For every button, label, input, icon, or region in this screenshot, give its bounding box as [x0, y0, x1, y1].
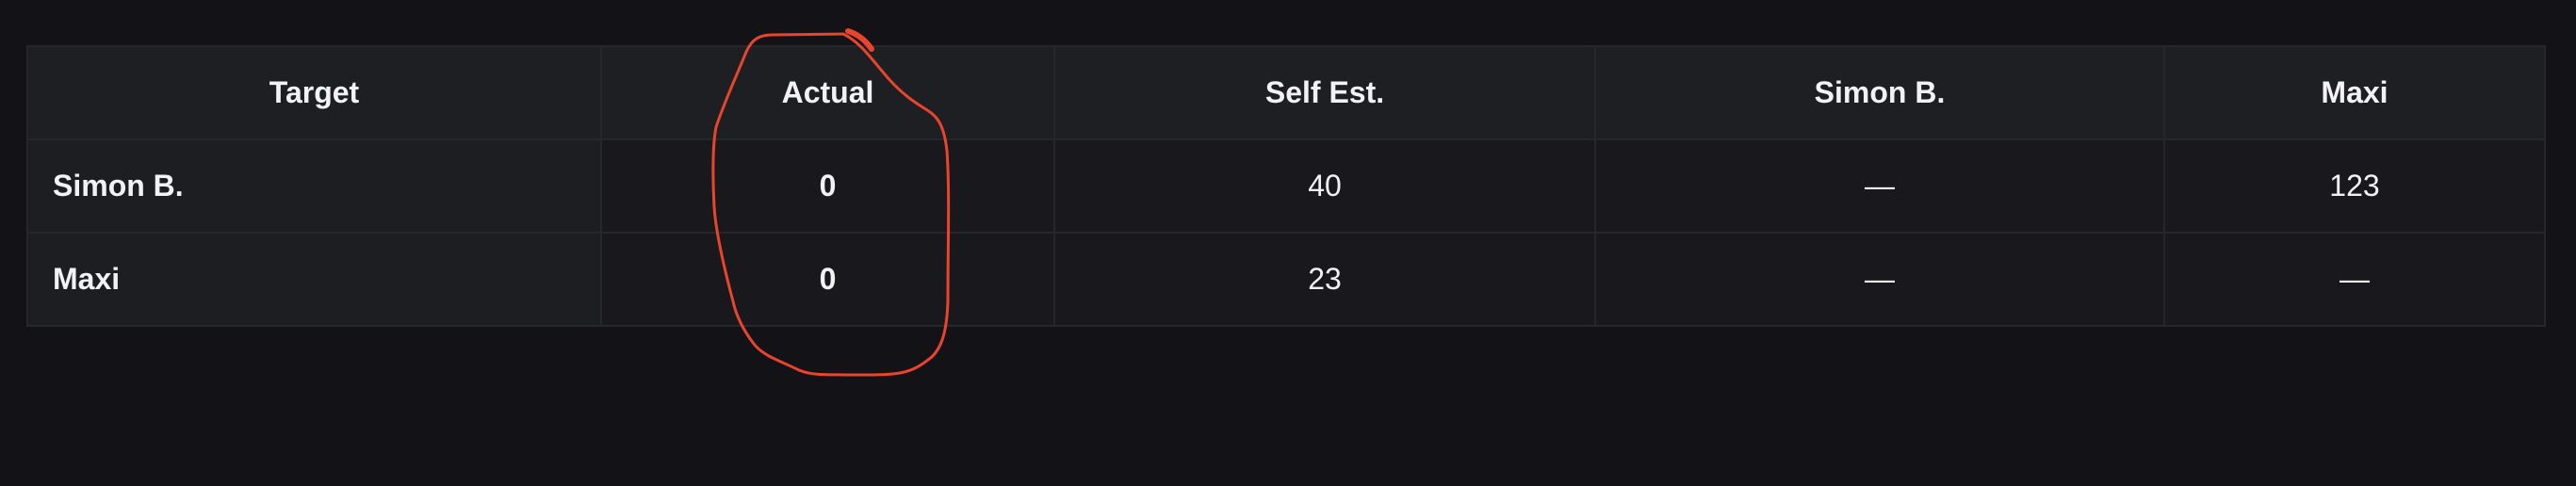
row-target-cell: Maxi [26, 232, 602, 327]
column-header-target[interactable]: Target [26, 45, 602, 140]
maxi-value-cell: 123 [2163, 138, 2546, 234]
column-header-simon-b[interactable]: Simon B. [1594, 45, 2165, 140]
simon-b-value-cell: — [1594, 138, 2165, 234]
actual-value-cell: 0 [600, 232, 1055, 327]
column-header-maxi[interactable]: Maxi [2163, 45, 2546, 140]
self-est-value-cell: 23 [1053, 232, 1596, 327]
table-row: Maxi 0 23 — — [26, 232, 2546, 327]
page: Target Actual Self Est. Simon B. Maxi Si… [0, 0, 2576, 486]
maxi-value-cell: — [2163, 232, 2546, 327]
row-target-cell: Simon B. [26, 138, 602, 234]
column-header-actual[interactable]: Actual [600, 45, 1055, 140]
table-header-row: Target Actual Self Est. Simon B. Maxi [26, 45, 2546, 140]
simon-b-value-cell: — [1594, 232, 2165, 327]
table-row: Simon B. 0 40 — 123 [26, 138, 2546, 234]
column-header-self-est[interactable]: Self Est. [1053, 45, 1596, 140]
actual-value-cell: 0 [600, 138, 1055, 234]
self-est-value-cell: 40 [1053, 138, 1596, 234]
comparison-table: Target Actual Self Est. Simon B. Maxi Si… [26, 45, 2546, 327]
